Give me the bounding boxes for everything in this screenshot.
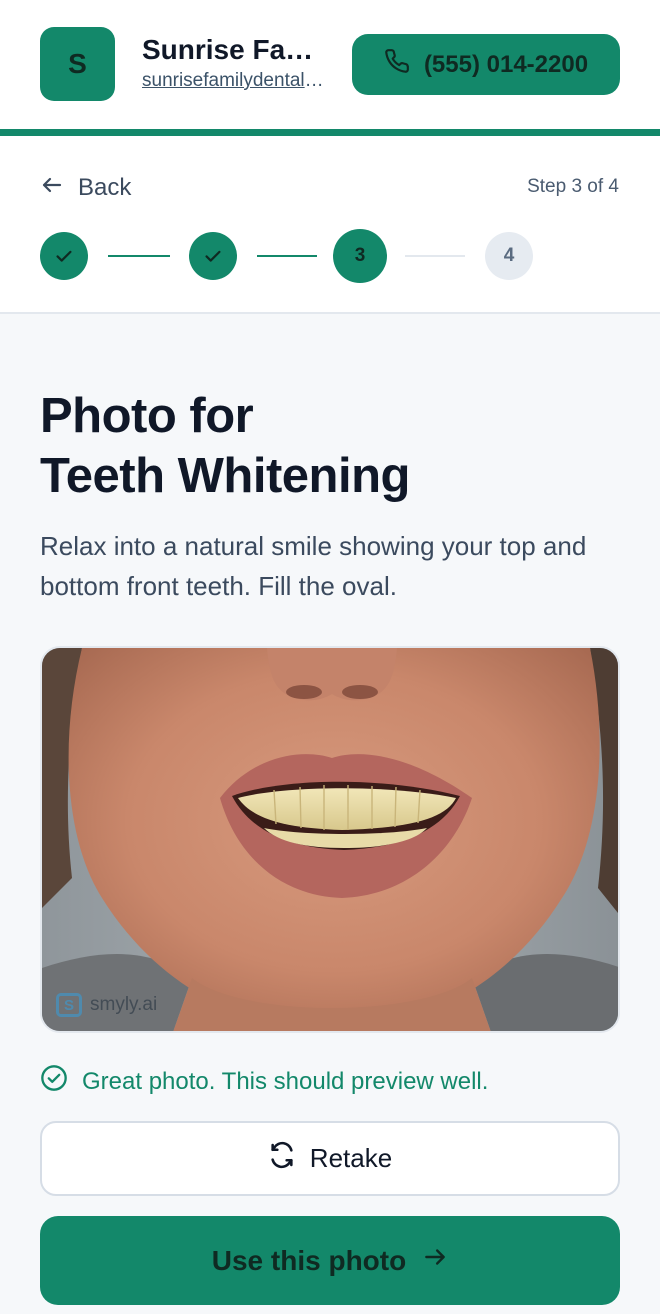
practice-name: Sunrise Family Dental: [142, 34, 332, 65]
page-title: Photo for Teeth Whitening: [40, 386, 620, 506]
retake-label: Retake: [309, 1143, 393, 1173]
use-photo-button[interactable]: Use this photo: [40, 1216, 620, 1305]
use-photo-label: Use this photo: [211, 1244, 407, 1276]
photo-quality-status: Great photo. This should preview well.: [40, 1064, 488, 1099]
refresh-icon: [268, 1141, 296, 1176]
app-header: S Sunrise Family Dental sunrisefamilyden…: [0, 0, 660, 129]
phone-icon: [384, 48, 410, 81]
retake-button[interactable]: Retake: [40, 1121, 620, 1196]
call-button[interactable]: (555) 014-2200: [352, 34, 620, 95]
practice-website-link[interactable]: sunrisefamilydental.com: [142, 70, 328, 92]
smile-photo: [42, 648, 618, 1031]
back-label: Back: [78, 174, 132, 201]
status-text: Great photo. This should preview well.: [82, 1067, 489, 1095]
watermark-text: smyly.ai: [90, 994, 158, 1015]
step-connector-3: [405, 255, 465, 257]
step-3-current: 3: [333, 229, 387, 283]
header-accent-bar: [0, 129, 660, 136]
practice-logo: S: [40, 27, 115, 101]
page-title-line-2: Teeth Whitening: [40, 449, 410, 503]
call-button-label: (555) 014-2200: [423, 50, 589, 78]
check-icon: [56, 250, 72, 262]
step-counter: Step 3 of 4: [527, 176, 619, 197]
captured-photo-preview: S smyly.ai: [40, 646, 620, 1033]
step-connector-1: [108, 255, 170, 257]
instructions-text: Relax into a natural smile showing your …: [40, 531, 587, 601]
photo-watermark: S smyly.ai: [56, 993, 157, 1017]
check-circle-icon: [40, 1064, 68, 1099]
arrow-left-icon: [40, 173, 64, 204]
smyly-logo-icon: S: [56, 993, 82, 1017]
step-connector-2: [257, 255, 317, 257]
arrow-right-icon: [422, 1244, 448, 1277]
step-4-pending: 4: [485, 232, 533, 280]
check-icon: [205, 250, 221, 262]
progress-section: Back Step 3 of 4 3 4: [0, 136, 660, 314]
step-1-complete: [40, 232, 88, 280]
page-title-line-1: Photo for: [40, 389, 254, 443]
step-2-complete: [189, 232, 237, 280]
back-button[interactable]: Back: [40, 172, 131, 204]
